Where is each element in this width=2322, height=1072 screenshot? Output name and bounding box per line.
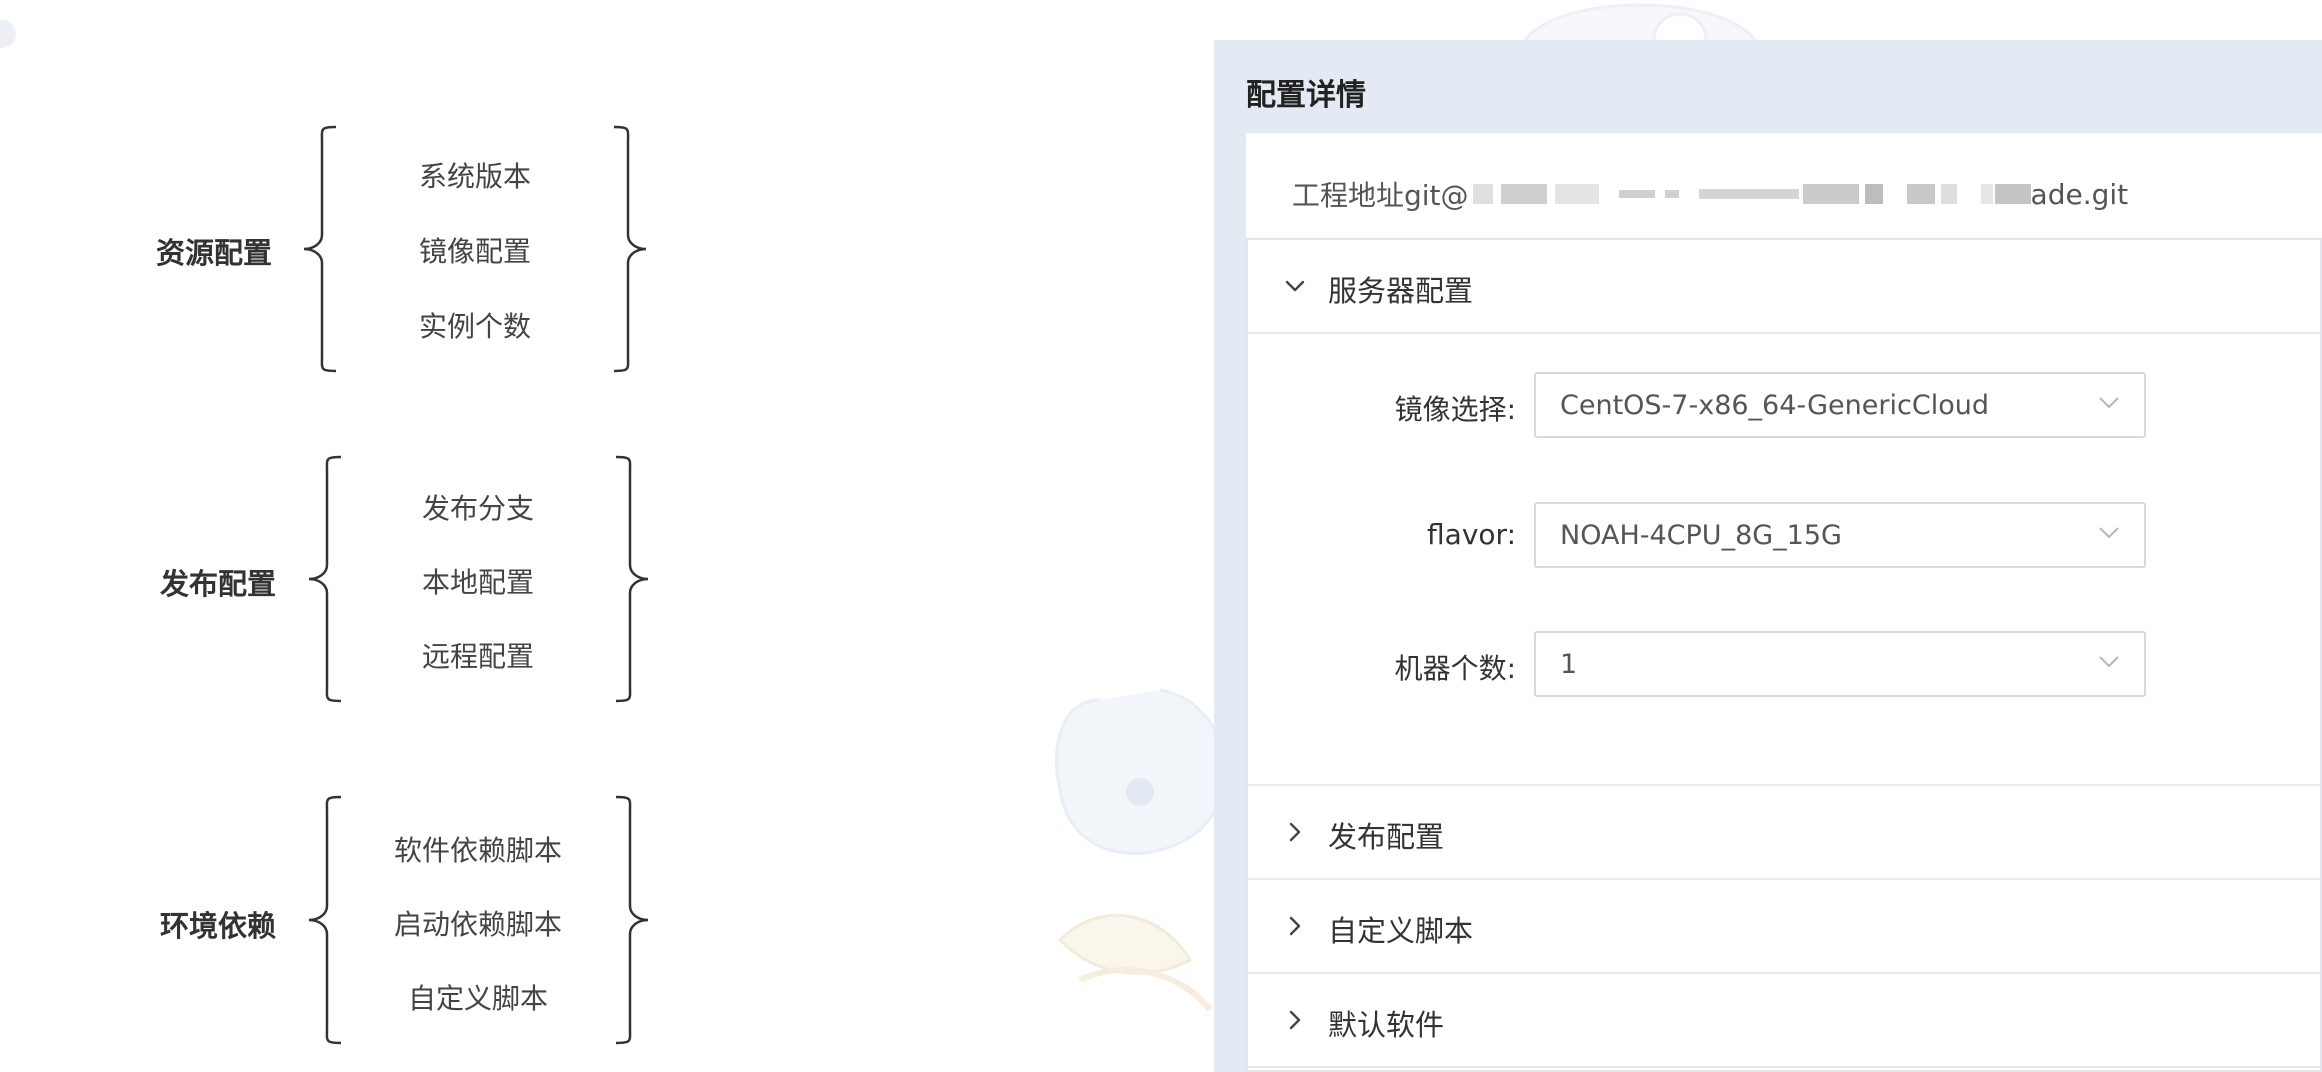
group-item: 发布分支 bbox=[421, 492, 534, 525]
image-select-value: CentOS-7-x86_64-GenericCloud bbox=[1560, 390, 1989, 421]
redacted-block bbox=[1472, 184, 1493, 204]
section-label-custom-script: 自定义脚本 bbox=[1328, 914, 1474, 948]
chevron-right-icon bbox=[1289, 822, 1301, 842]
redacted-block bbox=[1940, 184, 1957, 204]
flavor-select[interactable]: NOAH-4CPU_8G_15G bbox=[1534, 502, 2146, 568]
repo-address: 工程地址git@ ade.git bbox=[1292, 174, 2128, 214]
section-header-publish[interactable]: 发布配置 bbox=[1248, 786, 2320, 880]
panel-title: 配置详情 bbox=[1246, 78, 1366, 113]
right-brace bbox=[615, 455, 649, 703]
group-item: 自定义脚本 bbox=[407, 982, 548, 1015]
redacted-block bbox=[1994, 184, 2031, 204]
config-detail-panel: 配置详情 工程地址git@ ade.git 服务器配置 镜像选择: CentOS… bbox=[1214, 40, 2322, 1072]
redacted-block bbox=[1802, 184, 1859, 204]
group-item: 软件依赖脚本 bbox=[393, 834, 562, 867]
group-item: 镜像配置 bbox=[418, 235, 531, 268]
chevron-right-icon bbox=[1289, 1010, 1301, 1030]
group-item: 启动依赖脚本 bbox=[393, 908, 562, 941]
machine-count-value: 1 bbox=[1560, 649, 1578, 680]
machine-count-select[interactable]: 1 bbox=[1534, 631, 2146, 697]
repo-address-suffix: ade.git bbox=[2030, 177, 2129, 211]
group-item: 系统版本 bbox=[418, 160, 531, 193]
flavor-select-value: NOAH-4CPU_8G_15G bbox=[1560, 520, 1842, 551]
select-chevron-down-icon bbox=[2099, 527, 2119, 538]
redacted-block bbox=[1554, 184, 1599, 204]
config-structure-diagram: 资源配置 系统版本 镜像配置 实例个数 发布配置 发布分支 本地配置 远程配置 … bbox=[0, 0, 1100, 1072]
group-title: 发布配置 bbox=[160, 567, 277, 601]
config-collapse: 服务器配置 镜像选择: CentOS-7-x86_64-GenericCloud… bbox=[1246, 238, 2322, 1072]
redacted-block bbox=[1980, 184, 1993, 204]
section-header-server[interactable]: 服务器配置 bbox=[1248, 240, 2320, 334]
group-item: 远程配置 bbox=[421, 640, 534, 673]
redacted-block bbox=[1500, 184, 1547, 204]
redacted-block bbox=[1906, 184, 1935, 204]
chevron-right-icon bbox=[1289, 916, 1301, 936]
server-config-form: 镜像选择: CentOS-7-x86_64-GenericCloud flavo… bbox=[1248, 334, 2320, 786]
repo-address-prefix: 工程地址git@ bbox=[1292, 179, 1469, 212]
redacted-block bbox=[1664, 190, 1679, 198]
redacted-block bbox=[1864, 184, 1883, 204]
right-brace bbox=[615, 795, 649, 1045]
redacted-block bbox=[1698, 189, 1799, 199]
section-header-custom-script[interactable]: 自定义脚本 bbox=[1248, 880, 2320, 974]
left-brace bbox=[308, 795, 342, 1045]
redacted-block bbox=[1618, 190, 1655, 198]
section-header-default-software[interactable]: 默认软件 bbox=[1248, 974, 2320, 1068]
machine-count-label: 机器个数: bbox=[1394, 652, 1516, 685]
right-brace bbox=[613, 125, 647, 373]
section-label-server: 服务器配置 bbox=[1328, 274, 1474, 308]
image-select-label: 镜像选择: bbox=[1394, 393, 1516, 426]
left-brace bbox=[303, 125, 337, 373]
group-item: 实例个数 bbox=[418, 310, 531, 343]
group-title: 环境依赖 bbox=[160, 909, 277, 943]
group-title: 资源配置 bbox=[156, 236, 273, 270]
section-label-publish: 发布配置 bbox=[1328, 820, 1445, 854]
flavor-select-label: flavor: bbox=[1427, 518, 1516, 551]
select-chevron-down-icon bbox=[2099, 397, 2119, 408]
select-chevron-down-icon bbox=[2099, 656, 2119, 667]
section-label-default-software: 默认软件 bbox=[1328, 1008, 1445, 1042]
chevron-down-icon bbox=[1285, 280, 1305, 292]
image-select[interactable]: CentOS-7-x86_64-GenericCloud bbox=[1534, 372, 2146, 438]
left-brace bbox=[308, 455, 342, 703]
group-item: 本地配置 bbox=[421, 566, 534, 599]
